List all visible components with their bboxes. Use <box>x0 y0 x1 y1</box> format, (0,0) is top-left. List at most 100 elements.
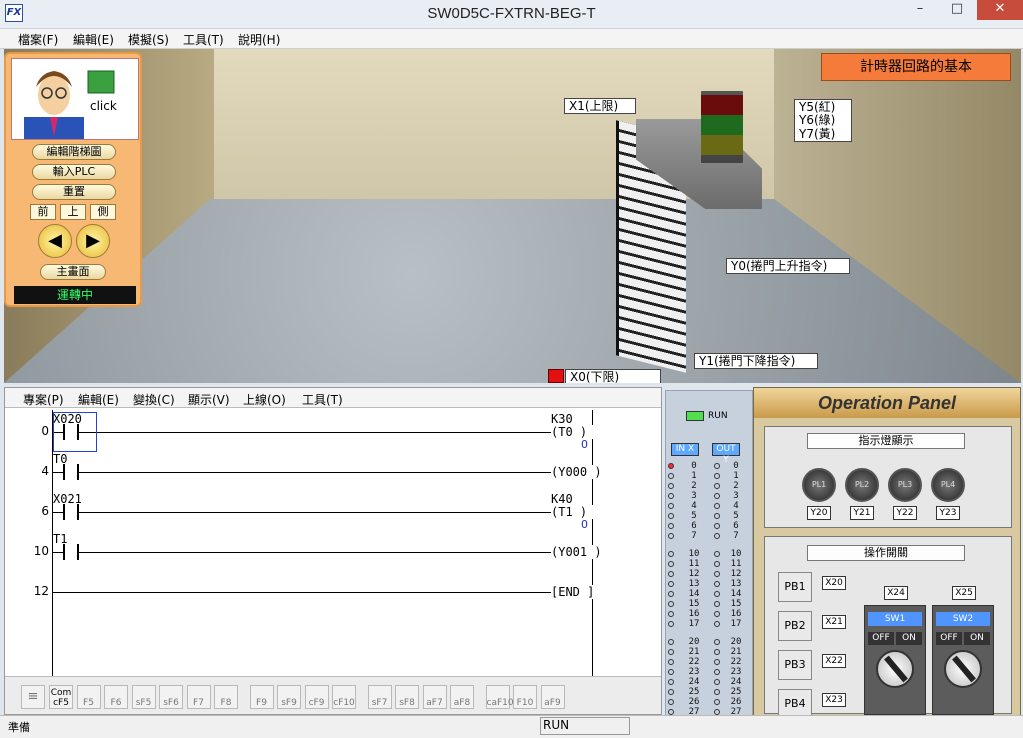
minimize-button[interactable]: – <box>903 0 937 20</box>
view-front-button[interactable]: 前 <box>30 204 56 220</box>
knob-pointer <box>952 655 976 683</box>
timer-value: 0 <box>581 518 588 531</box>
ladder-menu-view[interactable]: 顯示(V) <box>188 391 230 408</box>
toolbar-button-12[interactable]: sF8 <box>395 685 419 709</box>
coil-name: [END ] <box>551 585 595 599</box>
toolbar-button-13[interactable]: aF7 <box>422 685 447 709</box>
push-button-3[interactable]: PB3 <box>778 650 812 680</box>
io-row: 44 <box>666 501 752 511</box>
input-number: 15 <box>688 599 700 609</box>
menu-help[interactable]: 說明(H) <box>238 31 280 48</box>
io-row: 22 <box>666 481 752 491</box>
rung-line <box>53 592 592 593</box>
output-lamp <box>714 679 720 685</box>
toolbar-button-3[interactable]: sF5 <box>131 685 156 709</box>
io-row: 66 <box>666 521 752 531</box>
toolbar-button-9[interactable]: cF9 <box>304 685 329 709</box>
label-y0: Y0(捲門上升指令) <box>726 258 850 274</box>
toolbar-button-7[interactable]: F9 <box>249 685 274 709</box>
output-lamp <box>714 611 720 617</box>
toolbar-button-5[interactable]: F7 <box>186 685 211 709</box>
switch-name: SW1 <box>868 612 922 626</box>
contact-symbol[interactable] <box>63 504 79 520</box>
input-lamp <box>668 561 674 567</box>
input-number: 22 <box>688 657 700 667</box>
menu-simulate[interactable]: 模擬(S) <box>128 31 169 48</box>
toolbar-button-16[interactable]: F10 <box>513 685 537 709</box>
menu-edit[interactable]: 編輯(E) <box>73 31 114 48</box>
toolbar-button-4[interactable]: sF6 <box>159 685 183 709</box>
push-button-1[interactable]: PB1 <box>778 572 812 602</box>
ladder-menu-edit[interactable]: 編輯(E) <box>78 391 119 408</box>
input-number: 14 <box>688 589 700 599</box>
input-number: 3 <box>691 491 697 501</box>
teacher-icon <box>24 70 115 139</box>
toolbar-button-10[interactable]: cF10 <box>332 685 356 709</box>
view-side-button[interactable]: 側 <box>90 204 116 220</box>
run-status: 運轉中 <box>14 286 136 304</box>
io-row: 14 14 <box>666 589 752 599</box>
output-lamp <box>714 503 720 509</box>
toolbar-grip-icon[interactable]: ≡ <box>21 685 45 709</box>
output-lamp <box>714 649 720 655</box>
toolbar-button-11[interactable]: sF7 <box>367 685 392 709</box>
label-x0: X0(下限) <box>565 369 661 383</box>
ladder-menu-online[interactable]: 上線(O) <box>243 391 286 408</box>
toolbar-button-6[interactable]: F8 <box>214 685 238 709</box>
output-number: 25 <box>730 687 742 697</box>
io-row: 77 <box>666 531 752 541</box>
signal-tower-icon <box>701 91 743 163</box>
menu-tools[interactable]: 工具(T) <box>183 31 224 48</box>
switch-addr: X24 <box>884 586 908 600</box>
toolbar-button-1[interactable]: F5 <box>76 685 101 709</box>
close-button[interactable]: ✕ <box>977 0 1023 20</box>
output-number: 1 <box>733 471 739 481</box>
step-number: 12 <box>33 584 49 598</box>
menu-bar: 檔案(F) 編輯(E) 模擬(S) 工具(T) 說明(H) <box>0 29 1023 49</box>
step-number: 0 <box>41 424 49 438</box>
io-row: 16 16 <box>666 609 752 619</box>
input-lamp <box>668 571 674 577</box>
input-lamp <box>668 483 674 489</box>
output-number: 15 <box>730 599 742 609</box>
toolbar-button-14[interactable]: aF8 <box>450 685 474 709</box>
contact-symbol[interactable] <box>63 544 79 560</box>
view-top-button[interactable]: 上 <box>60 204 86 220</box>
label-y6: Y6(綠) <box>794 113 852 127</box>
prev-arrow-icon[interactable]: ◀ <box>38 224 72 258</box>
toolbar-button-2[interactable]: F6 <box>104 685 128 709</box>
coil-setting: K40 <box>551 492 573 506</box>
reset-button[interactable]: 重置 <box>32 184 116 200</box>
selector-switch-2[interactable]: SW2 OFF ON <box>932 605 994 715</box>
selector-switch-1[interactable]: SW1 OFF ON <box>864 605 926 715</box>
status-bar: 準備 RUN <box>0 715 1023 738</box>
ladder-menu-convert[interactable]: 變換(C) <box>133 391 175 408</box>
push-button-2[interactable]: PB2 <box>778 611 812 641</box>
main-screen-button[interactable]: 主畫面 <box>40 264 106 280</box>
switch-on-label: ON <box>964 632 990 645</box>
io-row: 15 15 <box>666 599 752 609</box>
switch-name: SW2 <box>936 612 990 626</box>
contact-symbol[interactable] <box>63 464 79 480</box>
write-plc-button[interactable]: 輸入PLC <box>32 164 116 180</box>
output-lamp <box>714 551 720 557</box>
timer-value: 0 <box>581 438 588 451</box>
maximize-button[interactable]: □ <box>940 0 974 20</box>
toolbar-button-17[interactable]: aF9 <box>540 685 565 709</box>
pilot-lamp-addr: Y20 <box>807 506 831 520</box>
menu-file[interactable]: 檔案(F) <box>18 31 58 48</box>
toolbar-button-15[interactable]: caF10 <box>485 685 514 709</box>
ladder-menu-project[interactable]: 專案(P) <box>23 391 64 408</box>
toolbar-button-8[interactable]: sF9 <box>277 685 301 709</box>
rung-line <box>53 512 592 513</box>
ladder-menu-tools[interactable]: 工具(T) <box>302 391 343 408</box>
edit-ladder-button[interactable]: 編輯階梯圖 <box>32 144 116 160</box>
output-lamp <box>714 639 720 645</box>
input-number: 1 <box>691 471 697 481</box>
instructor-portrait[interactable]: click <box>11 58 139 140</box>
toolbar-button-0[interactable]: Com cF5 <box>49 685 73 709</box>
switch-knob-icon[interactable] <box>876 650 914 688</box>
next-arrow-icon[interactable]: ▶ <box>76 224 110 258</box>
input-number: 11 <box>688 559 700 569</box>
switch-knob-icon[interactable] <box>944 650 982 688</box>
